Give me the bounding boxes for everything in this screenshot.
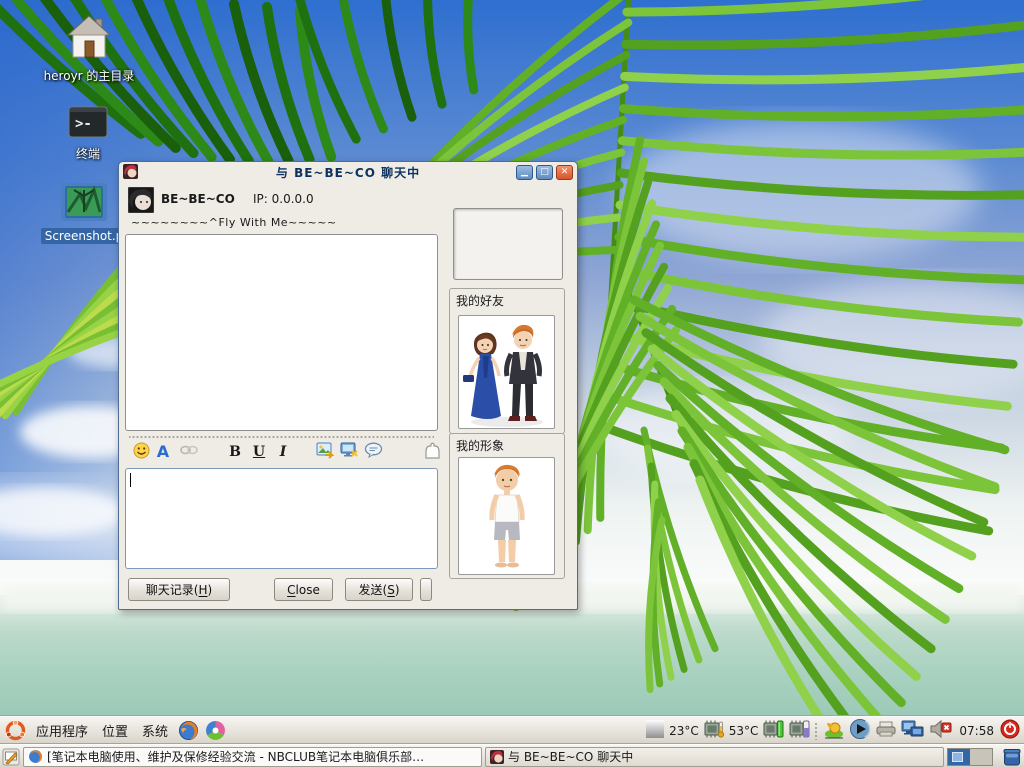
gpu-temperature: 53°C xyxy=(729,724,759,738)
desktop-icon-label: heroyr 的主目录 xyxy=(40,66,139,85)
network-monitor-tray-icon[interactable] xyxy=(901,719,925,742)
nudge-icon[interactable] xyxy=(422,442,442,462)
printer-tray-icon[interactable] xyxy=(875,720,897,741)
splitter-handle[interactable] xyxy=(129,435,434,439)
image-file-icon xyxy=(60,182,108,225)
chip-thermometer-icon[interactable] xyxy=(703,719,725,742)
chat-window-title: 与 BE~BE~CO 聊天中 xyxy=(119,164,577,181)
chat-window: 与 BE~BE~CO 聊天中 ▁ □ ✕ BE~BE~CO IP: 0.0.0.… xyxy=(118,161,578,610)
peer-avatar[interactable] xyxy=(128,187,154,216)
clock[interactable]: 07:58 xyxy=(959,724,994,738)
my-friends-label: 我的好友 xyxy=(456,292,504,309)
gnome-main-panel: 应用程序 位置 系统 23°C xyxy=(0,716,1024,744)
svg-text:>-: >- xyxy=(75,116,92,132)
window-list-panel: [笔记本电脑使用、维护及保修经验交流 - NBCLUB笔记本电脑俱乐部… 与 B… xyxy=(0,744,1024,768)
workspace-switcher xyxy=(947,748,993,766)
send-image-icon[interactable] xyxy=(315,442,335,462)
system-menu[interactable]: 系统 xyxy=(135,719,175,742)
emoticon-icon[interactable] xyxy=(131,442,151,462)
ubuntu-menu-icon[interactable] xyxy=(5,720,26,741)
quick-reply-icon[interactable] xyxy=(363,442,383,462)
peer-signature: ~~~~~~~~^Fly With Me~~~~~ xyxy=(131,216,337,229)
taskbar-window-chat[interactable]: 与 BE~BE~CO 聊天中 xyxy=(485,747,944,767)
friend-show-frame xyxy=(453,208,563,280)
chip-battery-full-icon[interactable] xyxy=(762,719,784,742)
peer-name: BE~BE~CO xyxy=(161,192,235,206)
system-tray: 23°C 53°C xyxy=(645,718,1022,743)
format-toolbar: A B U I xyxy=(127,442,439,464)
close-chat-button[interactable]: Close xyxy=(274,578,333,601)
desktop-icon-home[interactable]: heroyr 的主目录 xyxy=(36,14,142,85)
desktop: heroyr 的主目录 >- 终端 Screenshot.p xyxy=(0,0,1024,768)
volume-muted-icon[interactable] xyxy=(929,719,953,742)
trash-applet-icon[interactable] xyxy=(1002,747,1022,767)
message-history-area[interactable] xyxy=(125,234,438,431)
minimize-button[interactable]: ▁ xyxy=(516,165,533,180)
panel-collapse-handle[interactable] xyxy=(420,578,432,601)
italic-button[interactable]: I xyxy=(273,442,293,462)
font-color-icon[interactable]: A xyxy=(153,442,173,462)
message-input[interactable] xyxy=(125,468,438,569)
chat-history-button[interactable]: 聊天记录(H) xyxy=(128,578,230,601)
my-friends-group: 我的好友 xyxy=(449,288,565,434)
tray-separator xyxy=(814,722,819,740)
taskbar-window-firefox[interactable]: [笔记本电脑使用、维护及保修经验交流 - NBCLUB笔记本电脑俱乐部… xyxy=(23,747,482,767)
chip-battery-half-icon[interactable] xyxy=(788,719,810,742)
media-player-tray-icon[interactable] xyxy=(849,718,871,743)
workspace-1[interactable] xyxy=(948,749,970,765)
my-avatar-label: 我的形象 xyxy=(456,437,504,454)
peer-ip: IP: 0.0.0.0 xyxy=(253,192,314,206)
close-button[interactable]: ✕ xyxy=(556,165,573,180)
applications-menu[interactable]: 应用程序 xyxy=(29,719,95,742)
bold-button[interactable]: B xyxy=(225,442,245,462)
show-desktop-button[interactable] xyxy=(2,748,20,766)
home-folder-icon xyxy=(66,14,112,63)
workspace-2[interactable] xyxy=(970,749,992,765)
sensors-applet-icon[interactable] xyxy=(645,719,665,742)
underline-button[interactable]: U xyxy=(249,442,269,462)
send-button[interactable]: 发送(S) xyxy=(345,578,413,601)
terminal-icon: >- xyxy=(68,106,108,141)
cpu-temperature: 23°C xyxy=(669,724,699,738)
text-caret xyxy=(130,473,131,487)
eva-launcher-icon[interactable] xyxy=(205,720,226,741)
desktop-icon-terminal[interactable]: >- 终端 xyxy=(48,106,128,163)
screen-capture-icon[interactable] xyxy=(339,442,359,462)
desktop-icon-label: Screenshot.p xyxy=(41,228,128,244)
firefox-launcher-icon[interactable] xyxy=(178,720,199,741)
desktop-icon-label: 终端 xyxy=(72,144,104,163)
maximize-button[interactable]: □ xyxy=(536,165,553,180)
my-avatar-group: 我的形象 xyxy=(449,433,565,579)
chat-window-icon xyxy=(123,164,138,182)
friends-image[interactable] xyxy=(458,315,555,429)
quit-applet-icon[interactable] xyxy=(1000,719,1020,742)
places-menu[interactable]: 位置 xyxy=(95,719,135,742)
my-avatar-image[interactable] xyxy=(458,457,555,575)
eva-tray-icon[interactable] xyxy=(823,719,845,742)
chat-window-titlebar[interactable]: 与 BE~BE~CO 聊天中 ▁ □ ✕ xyxy=(119,162,577,183)
hyperlink-icon[interactable] xyxy=(179,442,199,462)
